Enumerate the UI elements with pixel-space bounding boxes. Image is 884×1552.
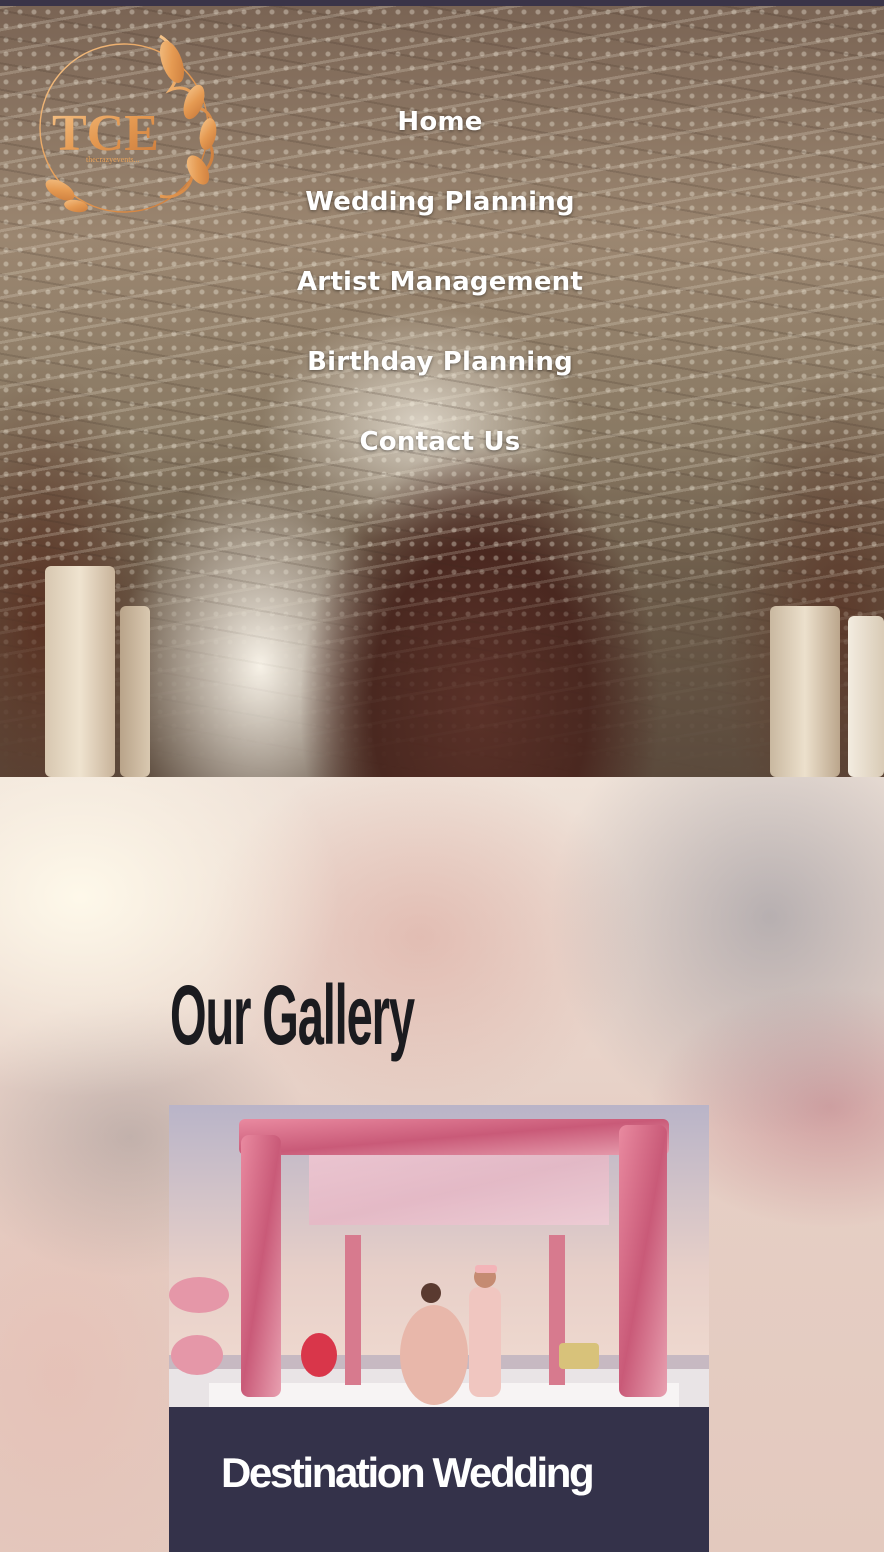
logo-leaf: [159, 41, 185, 83]
hero-section: TCE thecrazyevents... Home Wedding Plann…: [0, 6, 884, 777]
nav-item-home[interactable]: Home: [240, 94, 640, 174]
gallery-card-caption: Destination Wedding: [169, 1407, 709, 1552]
hero-pillar-left: [45, 566, 115, 777]
gallery-card-image: [169, 1105, 709, 1407]
logo-initials: TCE: [52, 105, 159, 162]
nav-item-contact-us[interactable]: Contact Us: [240, 414, 640, 494]
nav-item-artist-management[interactable]: Artist Management: [240, 254, 640, 334]
main-nav: Home Wedding Planning Artist Management …: [240, 94, 640, 494]
nav-item-birthday-planning[interactable]: Birthday Planning: [240, 334, 640, 414]
gallery-title: Our Gallery: [170, 968, 415, 1062]
hero-pillar-right-outer: [848, 616, 884, 777]
logo-tagline: thecrazyevents...: [86, 155, 140, 164]
gallery-card-title: Destination Wedding: [221, 1449, 595, 1496]
site-logo[interactable]: TCE thecrazyevents...: [32, 30, 222, 216]
nav-item-wedding-planning[interactable]: Wedding Planning: [240, 174, 640, 254]
hero-pillar-left-inner: [120, 606, 150, 777]
gallery-card-destination-wedding[interactable]: Destination Wedding: [169, 1105, 709, 1552]
gallery-section: Our Gallery Destination Wedding: [0, 777, 884, 1552]
hero-pillar-right: [770, 606, 840, 777]
